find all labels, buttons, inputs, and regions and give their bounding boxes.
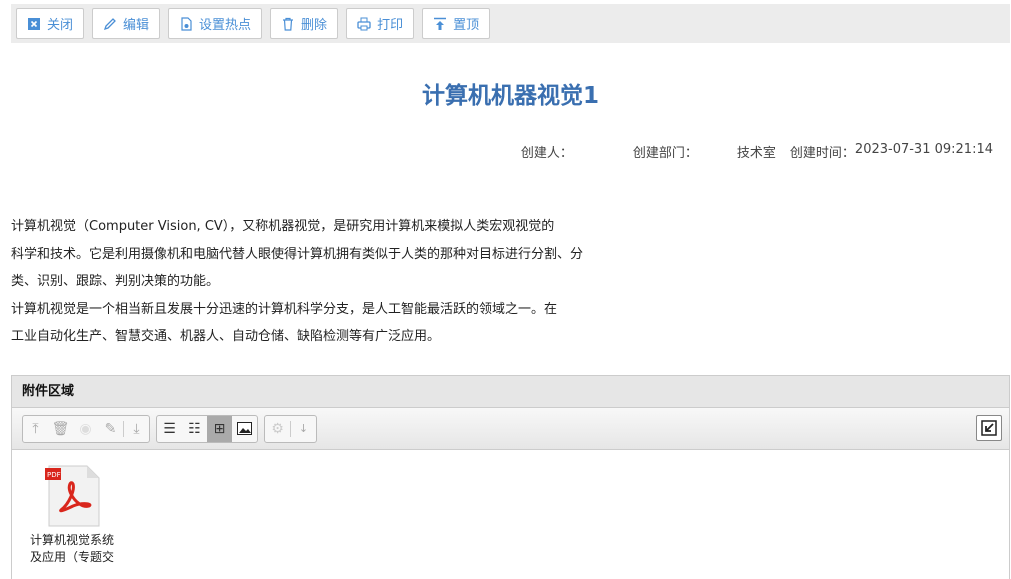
file-name-line1: 计算机视觉系统 (29, 533, 114, 547)
body-line: 计算机视觉（Computer Vision, CV），又称机器视觉，是研究用计算… (11, 219, 555, 234)
hotspot-file-icon (181, 16, 192, 31)
hotspot-label: 设置热点 (199, 18, 252, 33)
settings-group: ⚙ ↓ (264, 414, 317, 443)
printer-icon (357, 17, 371, 30)
time-value: 2023-07-31 09:21:14 (854, 142, 993, 157)
attachment-toolbar: ⤒ 🗑 ◉ ✎ ⤓ ☰ ☷ ⊞ ⚙ ↓ (12, 408, 1009, 450)
arrow-down-left-icon (981, 420, 997, 436)
view-mode-group: ☰ ☷ ⊞ (156, 414, 258, 443)
numbered-list-icon[interactable]: ☷ (182, 416, 207, 442)
edit-button[interactable]: 编辑 (92, 8, 161, 39)
pin-top-label: 置顶 (453, 18, 480, 33)
body-line: 科学和技术。它是利用摄像机和电脑代替人眼使得计算机拥有类似于人类的那种对目标进行… (11, 246, 584, 262)
print-button[interactable]: 打印 (346, 8, 415, 39)
pdf-file-icon: PDF (43, 464, 101, 528)
delete-label: 删除 (301, 18, 328, 33)
creator-value (573, 142, 633, 161)
arrow-to-top-icon (434, 17, 447, 30)
pencil-icon (103, 17, 116, 30)
main-toolbar: 关闭 编辑 设置热点 删除 打印 置顶 (11, 4, 1010, 43)
creator-label: 创建人： (520, 146, 573, 161)
article-body: 计算机视觉（Computer Vision, CV），又称机器视觉，是研究用计算… (11, 213, 651, 351)
delete-button[interactable]: 删除 (270, 8, 339, 39)
download-icon[interactable]: ⤓ (124, 416, 149, 442)
file-actions-group: ⤒ 🗑 ◉ ✎ ⤓ (22, 414, 150, 443)
bullet-list-icon[interactable]: ☰ (157, 416, 182, 442)
edit-label: 编辑 (123, 18, 150, 33)
sort-icon[interactable]: ↓ (291, 416, 316, 442)
close-icon (28, 17, 40, 30)
body-line: 计算机视觉是一个相当新且发展十分迅速的计算机科学分支，是人工智能最活跃的领域之一… (11, 301, 558, 317)
trash-icon[interactable]: 🗑 (48, 416, 73, 442)
set-hotspot-button[interactable]: 设置热点 (168, 8, 263, 39)
close-label: 关闭 (47, 18, 74, 33)
attachment-file-item[interactable]: PDF 计算机视觉系统 及应用（专题交 (26, 464, 118, 566)
body-line: 工业自动化生产、智慧交通、机器人、自动仓储、缺陷检测等有广泛应用。 (11, 329, 441, 345)
time-label: 创建时间： (789, 146, 855, 161)
attachment-header: 附件区域 (12, 376, 1009, 408)
dept-label: 创建部门： (632, 146, 698, 161)
body-line: 类、识别、跟踪、判别决策的功能。 (11, 274, 220, 290)
print-label: 打印 (377, 18, 404, 33)
dept-value: 技术室 (736, 146, 776, 161)
page-title: 计算机机器视觉1 (421, 83, 599, 109)
close-button[interactable]: 关闭 (16, 8, 85, 39)
svg-text:PDF: PDF (47, 471, 61, 479)
image-view-icon[interactable] (232, 416, 257, 442)
attachment-panel: 附件区域 ⤒ 🗑 ◉ ✎ ⤓ ☰ ☷ ⊞ ⚙ ↓ PDF 计算机视觉系统 及应用… (11, 375, 1010, 579)
preview-icon[interactable]: ◉ (73, 416, 98, 442)
collapse-button[interactable] (976, 415, 1002, 441)
file-name-line2: 及应用（专题交 (29, 550, 114, 564)
grid-view-icon[interactable]: ⊞ (207, 415, 232, 442)
trash-icon (283, 17, 294, 31)
gear-icon[interactable]: ⚙ (265, 416, 290, 442)
meta-info: 创建人： 创建部门： 技术室 创建时间： 2023-07-31 09:21:14 (521, 142, 993, 161)
upload-icon[interactable]: ⤒ (23, 416, 48, 442)
edit-icon[interactable]: ✎ (98, 416, 123, 442)
pin-top-button[interactable]: 置顶 (422, 8, 491, 39)
